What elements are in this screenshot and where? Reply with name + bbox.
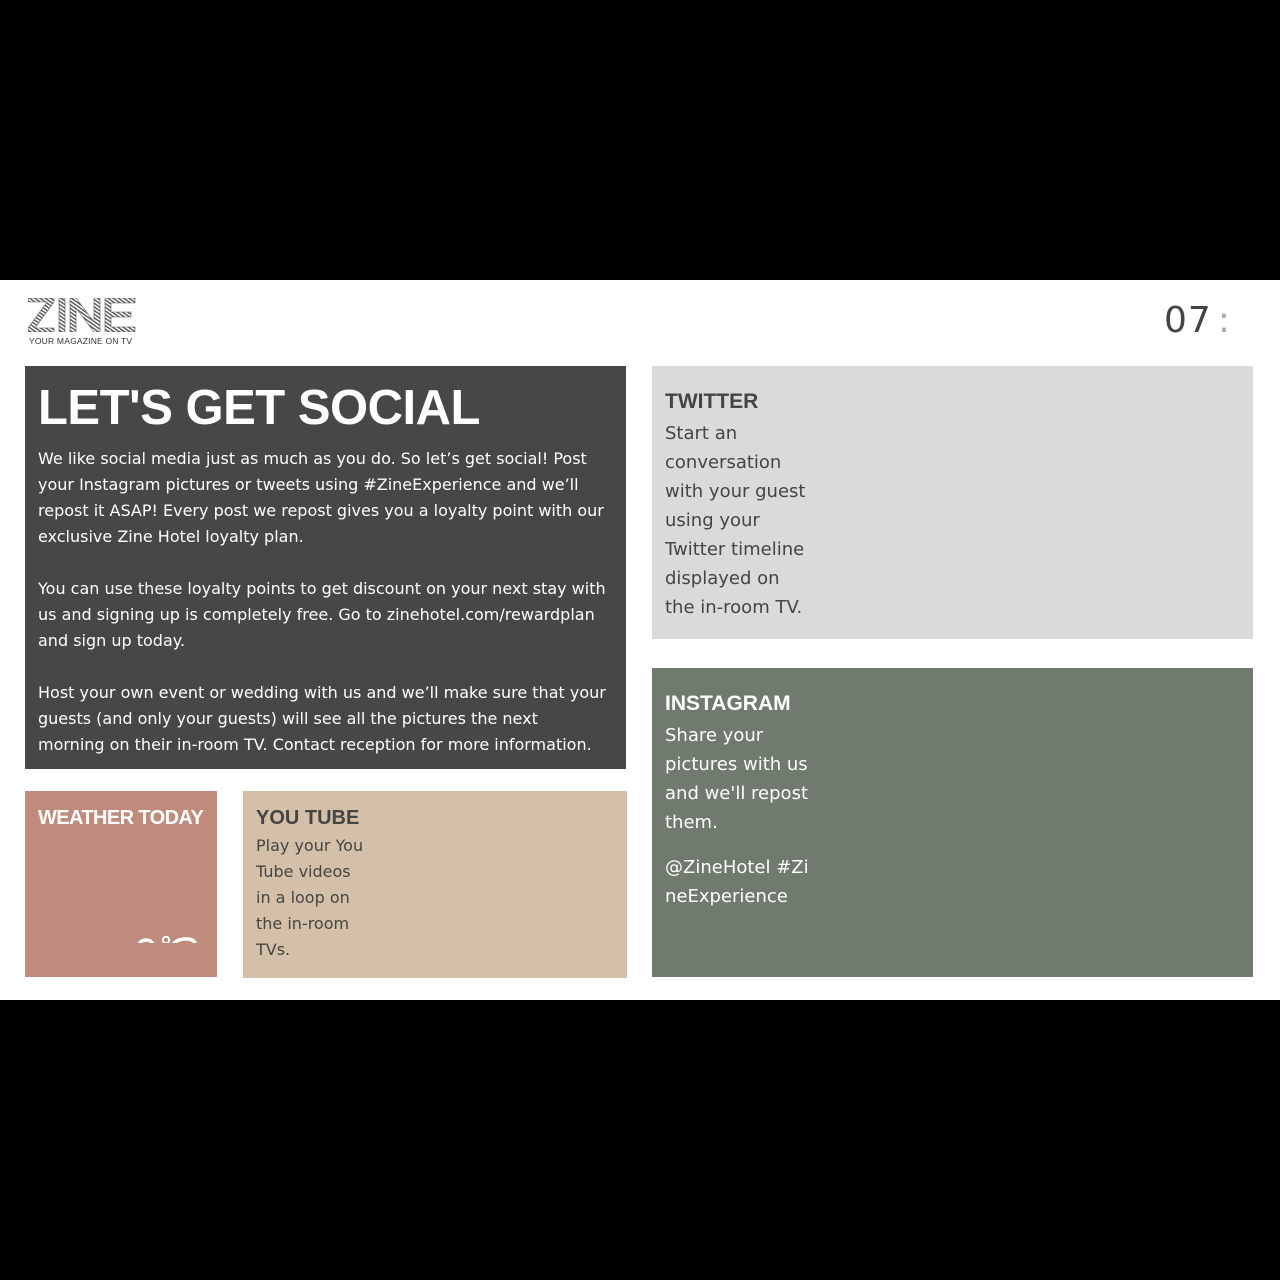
twitter-description: Start an conversation with your guest us…: [665, 423, 806, 618]
zine-logo: YOUR MAGAZINE ON TV: [28, 298, 138, 348]
youtube-title: YOU TUBE: [256, 807, 360, 829]
social-title: LET'S GET SOCIAL: [38, 381, 480, 435]
weather-panel: WEATHER TODAY: [25, 791, 217, 977]
youtube-panel: YOU TUBE Play your You Tube videos in a …: [243, 791, 627, 978]
twitter-panel: TWITTER Start an conversation with your …: [652, 366, 1253, 639]
instagram-title: INSTAGRAM: [665, 692, 791, 715]
weather-temperature-clipped: [135, 931, 215, 943]
clock-separator: :: [1217, 300, 1231, 341]
social-body: We like social media just as much as you…: [38, 446, 608, 769]
clock-hours: 07: [1164, 300, 1212, 341]
youtube-description: Play your You Tube videos in a loop on t…: [256, 836, 364, 959]
social-paragraph: You can use these loyalty points to get …: [38, 579, 606, 650]
instagram-description: Share your pictures with us and we'll re…: [665, 725, 809, 833]
weather-temperature-icon: [137, 935, 197, 943]
twitter-title: TWITTER: [665, 390, 759, 413]
weather-title: WEATHER TODAY: [38, 807, 204, 829]
instagram-tags: @ZineHotel #ZineExperience: [665, 857, 809, 907]
tv-screen: YOUR MAGAZINE ON TV 07: LET'S GET SOCIAL…: [0, 280, 1280, 1000]
social-paragraph: Host your own event or wedding with us a…: [38, 683, 606, 754]
social-panel: LET'S GET SOCIAL We like social media ju…: [25, 366, 626, 769]
logo-tagline: YOUR MAGAZINE ON TV: [29, 336, 133, 346]
clock: 07:: [1164, 300, 1231, 341]
social-paragraph: We like social media just as much as you…: [38, 449, 604, 546]
instagram-panel: INSTAGRAM Share your pictures with us an…: [652, 668, 1253, 977]
zine-logo-mark: [28, 298, 136, 332]
